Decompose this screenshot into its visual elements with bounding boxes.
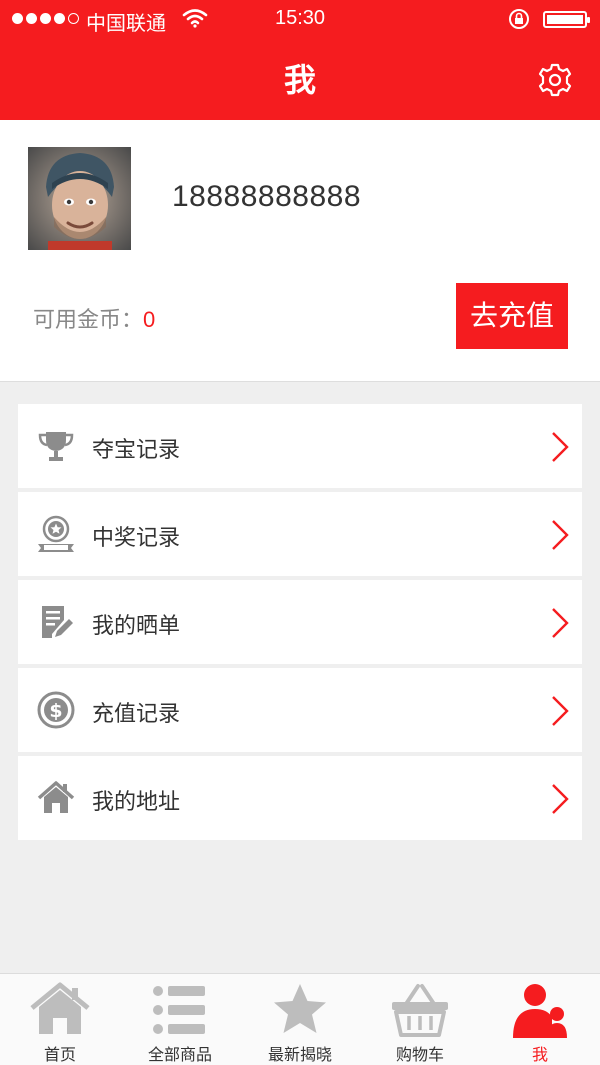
status-bar: 中国联通 15:30 [0,0,600,38]
menu-item-label: 我的晒单 [92,613,181,638]
tab-label: 全部商品 [147,1047,212,1064]
menu-item-label: 中奖记录 [92,525,181,550]
coin-balance: 可用金币：0 [33,302,155,334]
chevron-right-icon [552,432,569,462]
menu-item-my-posts[interactable]: 我的晒单 [18,580,582,664]
tab-label: 我 [531,1047,548,1064]
tab-all-products[interactable]: 全部商品 [120,974,240,1065]
award-badge-icon [38,515,74,552]
avatar[interactable] [28,147,131,250]
tab-home[interactable]: 首页 [0,974,120,1065]
menu-item-label: 充值记录 [92,701,181,726]
menu-item-winning-records[interactable]: 中奖记录 [18,492,582,576]
chevron-right-icon [552,608,569,638]
edit-document-icon [42,606,73,638]
page-title: 我 [283,62,316,98]
tab-me[interactable]: 我 [480,974,600,1065]
trophy-icon [38,432,74,461]
tab-label: 首页 [43,1047,76,1064]
menu-item-label: 夺宝记录 [92,437,181,462]
profile-card: 18888888888 可用金币：0 去充值 [0,120,600,382]
chevron-right-icon [552,784,569,814]
svg-text:$: $ [49,700,62,722]
menu-item-treasure-records[interactable]: 夺宝记录 [18,404,582,488]
coin-balance-value: 0 [143,307,156,332]
tab-label: 最新揭晓 [267,1047,332,1064]
star-icon [274,984,326,1033]
chevron-right-icon [552,696,569,726]
menu-item-my-address[interactable]: 我的地址 [18,756,582,840]
chevron-right-icon [552,520,569,550]
tab-cart[interactable]: 购物车 [360,974,480,1065]
rotation-lock-icon [509,9,529,29]
home-icon [37,781,75,813]
tab-label: 购物车 [395,1047,444,1064]
menu-list: 夺宝记录 中奖记录 我的晒单 $ 充值记录 我的地址 [18,404,582,844]
home-icon [30,982,90,1034]
menu-item-label: 我的地址 [92,789,181,814]
tab-bar: 首页 全部商品 最新揭晓 购物车 我 [0,973,600,1065]
gear-icon[interactable] [537,62,573,98]
top-bar: 中国联通 15:30 我 [0,0,600,120]
recharge-button[interactable]: 去充值 [456,283,568,349]
list-icon [153,986,205,1034]
menu-item-recharge-records[interactable]: $ 充值记录 [18,668,582,752]
basket-icon [392,984,448,1037]
dollar-circle-icon: $ [37,691,75,729]
user-phone: 18888888888 [172,180,362,213]
tab-latest-reveal[interactable]: 最新揭晓 [240,974,360,1065]
coin-balance-label: 可用金币： [33,307,144,332]
battery-icon [543,11,590,28]
user-icon [513,984,567,1038]
